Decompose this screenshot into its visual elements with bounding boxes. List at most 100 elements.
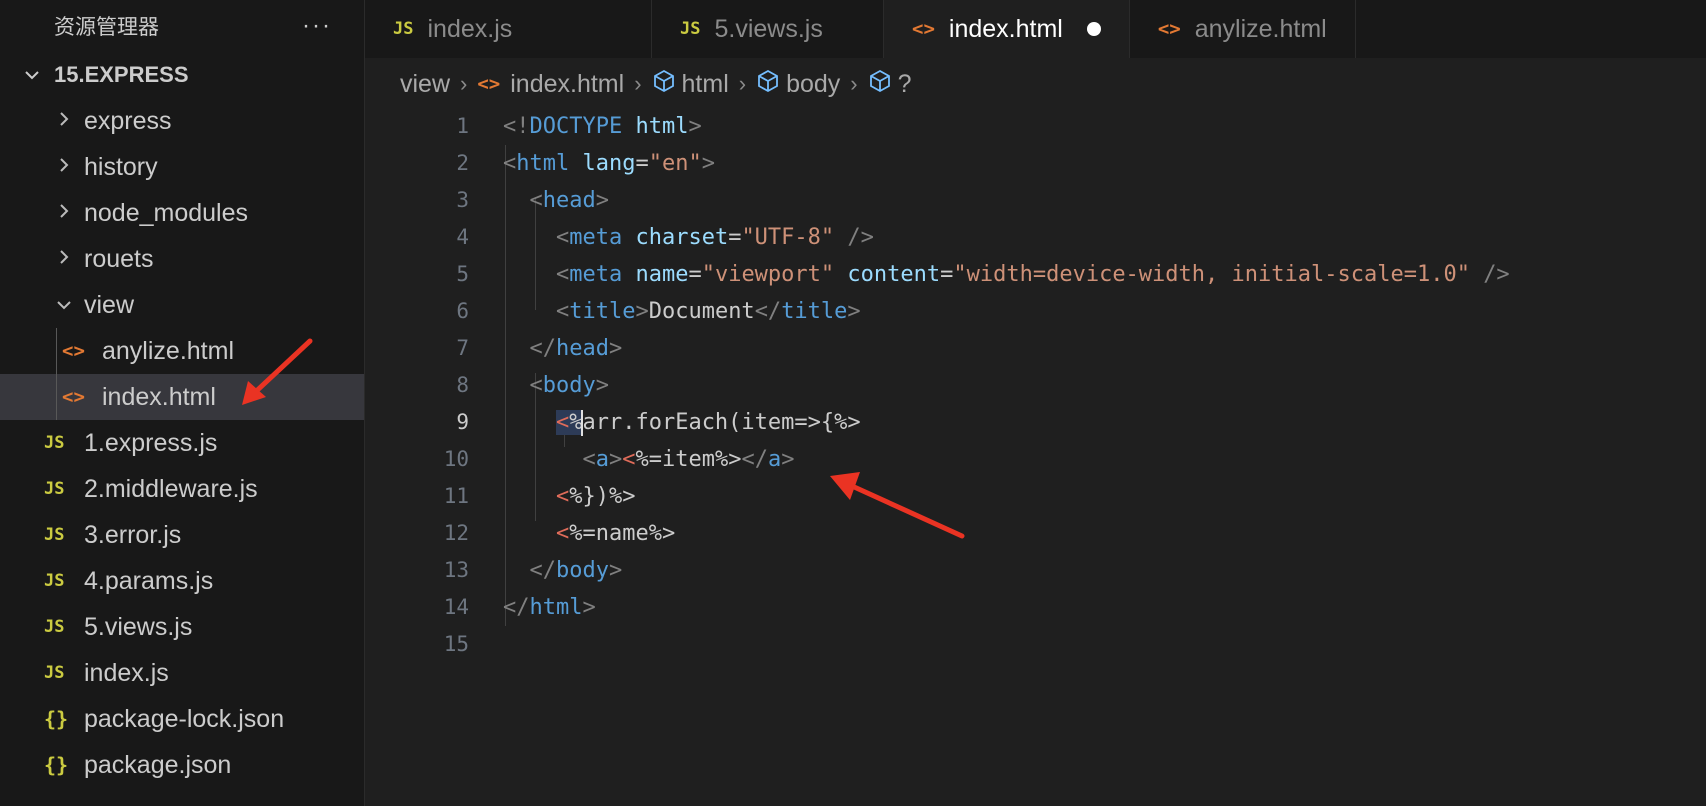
folder-label: history xyxy=(84,152,158,181)
file-3-error-js[interactable]: JS 3.error.js xyxy=(0,512,364,558)
line-number: 14 xyxy=(443,595,469,619)
tab-index-js[interactable]: JS index.js xyxy=(365,0,652,58)
code-text: <%})%> xyxy=(555,484,636,509)
cube-icon xyxy=(652,69,676,100)
folder-label: node_modules xyxy=(84,198,249,227)
folder-label: view xyxy=(84,290,135,319)
chevron-down-icon xyxy=(24,65,54,86)
file-4-params-js[interactable]: JS 4.params.js xyxy=(0,558,364,604)
line-number: 13 xyxy=(443,558,469,582)
code-text: <head> xyxy=(529,188,609,213)
breadcrumb-folder[interactable]: view xyxy=(400,70,450,99)
code-line: 2 <html lang="en"> xyxy=(365,145,1706,182)
file-anylize-html[interactable]: <> anylize.html xyxy=(0,328,364,374)
chevron-right-icon xyxy=(50,156,78,179)
file-label: 4.params.js xyxy=(84,566,214,595)
js-file-icon: JS xyxy=(393,19,414,39)
tab-index-html[interactable]: <> index.html xyxy=(884,0,1130,58)
file-label: 5.views.js xyxy=(84,612,193,641)
code-text: </head> xyxy=(529,336,623,361)
chevron-right-icon xyxy=(50,248,78,271)
breadcrumb-unknown[interactable]: ? xyxy=(898,70,912,99)
indent-guide xyxy=(56,374,57,420)
code-text: <a><%=item%></a> xyxy=(582,447,795,472)
js-file-icon: JS xyxy=(44,525,65,545)
chevron-right-icon: › xyxy=(634,71,642,96)
json-file-icon: {} xyxy=(44,707,69,731)
breadcrumb-html[interactable]: html xyxy=(682,70,729,99)
file-package-lock-json[interactable]: {} package-lock.json xyxy=(0,696,364,742)
code-text: <html lang="en"> xyxy=(503,151,715,176)
file-label: index.js xyxy=(84,658,169,687)
tab-5-views-js[interactable]: JS 5.views.js xyxy=(652,0,884,58)
js-file-icon: JS xyxy=(44,617,65,637)
code-text: <meta name="viewport" content="width=dev… xyxy=(555,262,1510,287)
line-number: 12 xyxy=(443,521,469,545)
line-number: 7 xyxy=(456,336,469,360)
code-text: <%arr.forEach(item=>{%> xyxy=(555,410,861,436)
code-line: 3 <head> xyxy=(365,182,1706,219)
line-number: 4 xyxy=(456,225,469,249)
editor-tab-bar: JS index.js JS 5.views.js <> index.html … xyxy=(365,0,1706,58)
code-text: <meta charset="UTF-8" /> xyxy=(555,225,874,250)
code-text: <%=name%> xyxy=(555,521,676,546)
code-line: 12 <%=name%> xyxy=(365,515,1706,552)
more-actions-icon[interactable]: ··· xyxy=(302,12,332,40)
code-editor[interactable]: 1 <!DOCTYPE html> 2 <html lang="en"> 3 <… xyxy=(365,108,1706,806)
cube-icon xyxy=(756,69,780,100)
file-index-html[interactable]: <> index.html xyxy=(0,374,364,420)
folder-node-modules[interactable]: node_modules xyxy=(0,190,364,236)
explorer-header: 资源管理器 ··· xyxy=(0,0,364,52)
breadcrumb-file[interactable]: index.html xyxy=(510,70,624,99)
line-number: 9 xyxy=(456,410,469,434)
line-number: 3 xyxy=(456,188,469,212)
file-label: package-lock.json xyxy=(84,704,285,733)
html-file-icon: <> xyxy=(477,73,501,95)
folder-view[interactable]: view xyxy=(0,282,364,328)
indent-guide xyxy=(56,328,57,374)
json-file-icon: {} xyxy=(44,753,69,777)
file-label: package.json xyxy=(84,750,232,779)
tab-anylize-html[interactable]: <> anylize.html xyxy=(1130,0,1356,58)
breadcrumb-body[interactable]: body xyxy=(786,70,840,99)
folder-history[interactable]: history xyxy=(0,144,364,190)
line-number: 2 xyxy=(456,151,469,175)
file-index-js[interactable]: JS index.js xyxy=(0,650,364,696)
file-1-express-js[interactable]: JS 1.express.js xyxy=(0,420,364,466)
js-file-icon: JS xyxy=(680,19,701,39)
js-file-icon: JS xyxy=(44,663,65,683)
chevron-right-icon xyxy=(50,202,78,225)
file-2-middleware-js[interactable]: JS 2.middleware.js xyxy=(0,466,364,512)
breadcrumb: view › <> index.html › html › body › ? xyxy=(400,60,912,108)
folder-express[interactable]: express xyxy=(0,98,364,144)
file-package-json[interactable]: {} package.json xyxy=(0,742,364,788)
line-number: 1 xyxy=(456,114,469,138)
line-number: 6 xyxy=(456,299,469,323)
workspace-root-label: 15.EXPRESS xyxy=(54,62,189,87)
tab-label: anylize.html xyxy=(1194,14,1327,43)
html-file-icon: <> xyxy=(62,340,85,362)
code-text: <title>Document</title> xyxy=(555,299,861,324)
chevron-right-icon: › xyxy=(460,71,468,96)
file-label: index.html xyxy=(102,382,216,411)
tab-label: index.js xyxy=(427,14,513,43)
chevron-right-icon: › xyxy=(738,71,747,96)
explorer-sidebar: 资源管理器 ··· 15.EXPRESS express history nod… xyxy=(0,0,365,806)
file-label: 2.middleware.js xyxy=(84,474,258,503)
js-file-icon: JS xyxy=(44,479,65,499)
unsaved-dot-icon[interactable] xyxy=(1086,22,1101,36)
code-line: 10 <a><%=item%></a> xyxy=(365,441,1706,478)
line-number: 11 xyxy=(443,484,469,508)
code-line: 11 <%})%> xyxy=(365,478,1706,515)
tab-label: 5.views.js xyxy=(714,14,823,43)
code-text: </html> xyxy=(503,595,596,620)
code-line: 4 <meta charset="UTF-8" /> xyxy=(365,219,1706,256)
folder-rouets[interactable]: rouets xyxy=(0,236,364,282)
html-file-icon: <> xyxy=(912,18,935,40)
line-number: 5 xyxy=(456,262,469,286)
code-line: 1 <!DOCTYPE html> xyxy=(365,108,1706,145)
workspace-root-folder[interactable]: 15.EXPRESS xyxy=(0,52,364,98)
file-5-views-js[interactable]: JS 5.views.js xyxy=(0,604,364,650)
code-line-current: 9 <%arr.forEach(item=>{%> xyxy=(365,404,1706,441)
explorer-title: 资源管理器 xyxy=(54,16,159,39)
